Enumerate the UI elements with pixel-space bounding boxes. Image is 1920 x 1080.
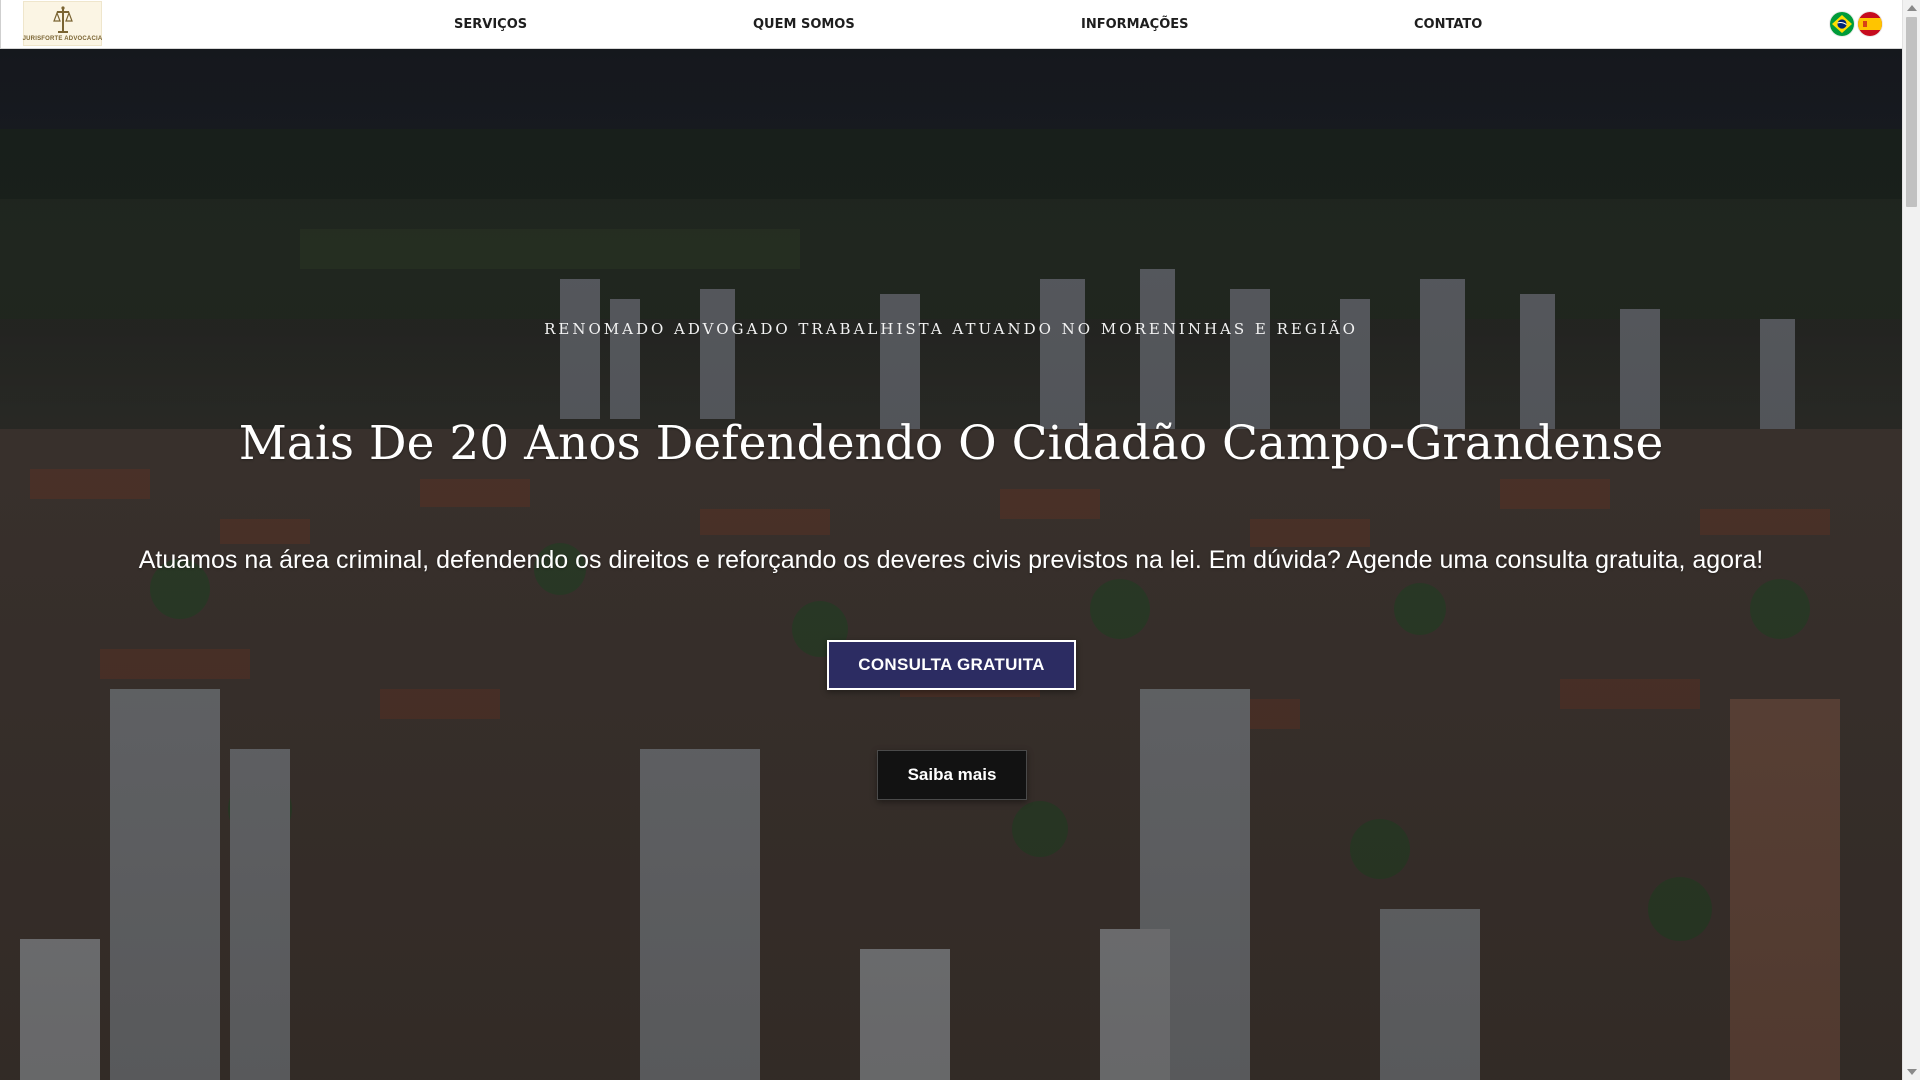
spain-flag-icon[interactable]	[1858, 12, 1882, 36]
hero-headline: Mais De 20 Anos Defendendo O Cidadão Cam…	[238, 416, 1664, 471]
site-logo[interactable]: JURISFORTE ADVOCACIA	[23, 1, 102, 46]
site-header: JURISFORTE ADVOCACIA SERVIÇOS QUEM SOMOS…	[0, 0, 1902, 49]
scrollbar-thumb[interactable]	[1906, 17, 1917, 207]
nav-contact[interactable]: CONTATO	[1414, 17, 1482, 32]
page: RENOMADO ADVOGADO TRABALHISTA ATUANDO NO…	[0, 0, 1920, 1080]
nav-information[interactable]: INFORMAÇÕES	[1081, 17, 1189, 32]
hero-subtext: Atuamos na área criminal, defendendo os …	[138, 546, 1764, 574]
vertical-scrollbar[interactable]	[1902, 0, 1920, 1080]
brazil-flag-icon[interactable]	[1830, 12, 1854, 36]
nav-services[interactable]: SERVIÇOS	[454, 17, 527, 32]
logo-text: JURISFORTE ADVOCACIA	[22, 36, 103, 42]
learn-more-button[interactable]: Saiba mais	[877, 750, 1027, 800]
scroll-down-icon[interactable]	[1907, 1069, 1917, 1075]
nav-about-us[interactable]: QUEM SOMOS	[753, 17, 855, 32]
scales-of-justice-icon	[52, 6, 73, 33]
scroll-up-icon[interactable]	[1907, 5, 1917, 11]
hero-kicker: RENOMADO ADVOGADO TRABALHISTA ATUANDO NO…	[544, 320, 1358, 338]
free-consultation-button[interactable]: CONSULTA GRATUITA	[827, 640, 1076, 690]
hero-section: RENOMADO ADVOGADO TRABALHISTA ATUANDO NO…	[0, 49, 1902, 1080]
